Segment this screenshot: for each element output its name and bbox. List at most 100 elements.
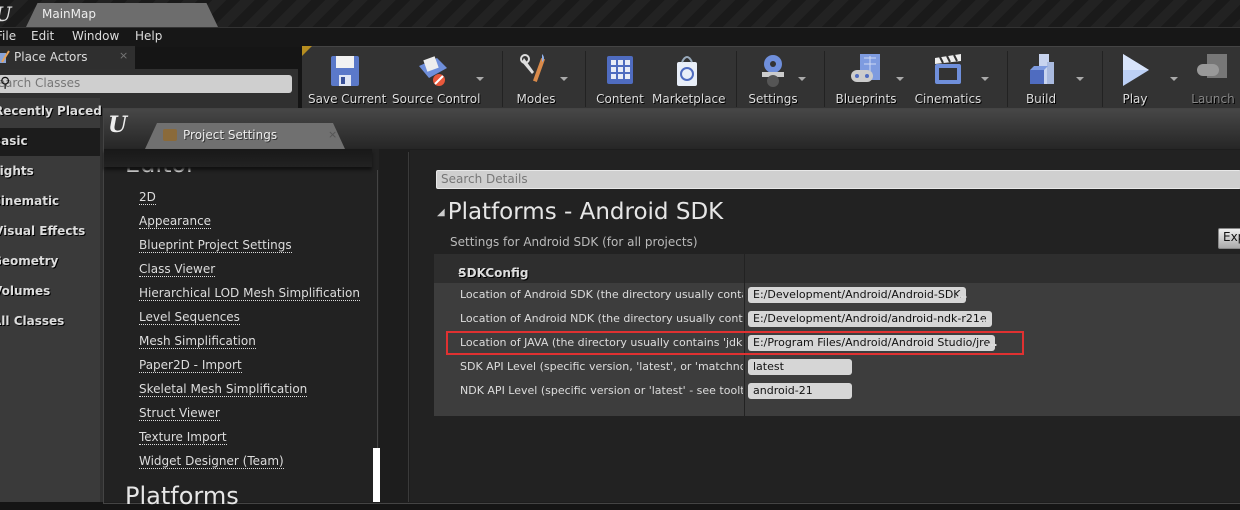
menu-edit[interactable]: Edit [31, 29, 54, 43]
nav-top-shadow [104, 149, 372, 167]
modes-label: Modes [516, 92, 556, 106]
project-settings-tab-label: Project Settings [183, 128, 278, 142]
export-button-label: Export [1223, 230, 1240, 244]
property-value-android-ndk[interactable]: E:/Development/Android/android-ndk-r21e [748, 311, 992, 327]
place-actors-tab[interactable]: Place Actors × [0, 46, 135, 69]
category-volumes[interactable]: Volumes [0, 284, 50, 298]
nav-link-level-sequences[interactable]: Level Sequences [139, 310, 240, 325]
place-actors-icon [0, 50, 10, 63]
category-basic[interactable]: Basic [0, 134, 28, 148]
settings-label: Settings [748, 92, 798, 106]
category-header-label: SDKConfig [458, 266, 529, 280]
source-control-dropdown[interactable] [476, 77, 484, 81]
menu-bar: File Edit Window Help [0, 27, 1240, 47]
play-button[interactable]: Play [1108, 47, 1162, 111]
source-control-icon [419, 56, 447, 86]
blueprints-dropdown[interactable] [896, 77, 904, 81]
property-value-ndk-api-level[interactable]: android-21 [748, 383, 852, 399]
category-recently-placed[interactable]: Recently Placed [0, 104, 102, 118]
blueprints-button[interactable]: Blueprints [832, 47, 900, 111]
marketplace-icon [677, 56, 697, 86]
level-tab[interactable]: MainMap [26, 3, 218, 27]
menu-window[interactable]: Window [72, 29, 119, 43]
settings-button[interactable]: Settings [744, 47, 802, 111]
blueprints-icon [851, 54, 880, 82]
category-cinematic[interactable]: Cinematic [0, 194, 59, 208]
build-button[interactable]: Build [1014, 47, 1068, 111]
category-header-sdkconfig[interactable]: ◢ SDKConfig [434, 254, 1240, 283]
nav-link-struct-viewer[interactable]: Struct Viewer [139, 406, 220, 421]
nav-link-class-viewer[interactable]: Class Viewer [139, 262, 216, 277]
nav-link-widget-designer-team[interactable]: Widget Designer (Team) [139, 454, 284, 469]
export-button[interactable]: Export [1218, 228, 1240, 249]
close-icon[interactable]: × [119, 49, 128, 62]
category-list [0, 98, 100, 502]
nav-link-paper2d-import[interactable]: Paper2D - Import [139, 358, 242, 373]
build-label: Build [1025, 92, 1057, 106]
property-name-android-sdk: Location of Android SDK (the directory u… [460, 288, 743, 301]
content-label: Content [596, 92, 644, 106]
play-dropdown[interactable] [1170, 77, 1178, 81]
save-current-label: Save Current [308, 92, 387, 106]
cinematics-dropdown[interactable] [981, 77, 989, 81]
main-toolbar: Save Current Source Control Modes Conten… [302, 46, 1240, 111]
marketplace-button[interactable]: Marketplace [652, 47, 726, 111]
save-current-button[interactable]: Save Current [308, 47, 387, 111]
close-icon[interactable]: × [328, 128, 337, 141]
menu-help[interactable]: Help [135, 29, 162, 43]
category-geometry[interactable]: Geometry [0, 254, 58, 268]
nav-link-2d[interactable]: 2D [139, 190, 156, 205]
toolbar-separator [585, 51, 586, 107]
property-name-android-ndk: Location of Android NDK (the directory u… [460, 312, 743, 325]
category-lights[interactable]: Lights [0, 164, 34, 178]
toolbar-separator [824, 51, 825, 107]
search-classes-input[interactable]: Search Classes ⚲ [0, 75, 292, 93]
pane-splitter[interactable] [408, 152, 409, 502]
nav-link-appearance[interactable]: Appearance [139, 214, 212, 229]
search-details-placeholder: Search Details [441, 172, 528, 186]
nav-link-hierarchical-lod-mesh-simplification[interactable]: Hierarchical LOD Mesh Simplification [139, 286, 360, 301]
nav-link-mesh-simplification[interactable]: Mesh Simplification [139, 334, 256, 349]
browse-button[interactable]: ... [979, 312, 990, 325]
play-icon [1123, 54, 1149, 86]
cinematics-button[interactable]: Cinematics [914, 47, 982, 111]
category-all-classes[interactable]: All Classes [0, 314, 64, 328]
property-value-sdk-api-level[interactable]: latest [748, 359, 852, 375]
marketplace-label: Marketplace [652, 92, 726, 106]
collapse-arrow-icon[interactable]: ◢ [437, 207, 445, 218]
launch-button[interactable]: Launch [1186, 47, 1240, 111]
source-control-button[interactable]: Source Control [392, 47, 480, 111]
nav-link-skeletal-mesh-simplification[interactable]: Skeletal Mesh Simplification [139, 382, 308, 397]
project-settings-folder-gear-icon [163, 129, 177, 141]
play-label: Play [1122, 92, 1148, 106]
blueprints-label: Blueprints [835, 92, 897, 106]
launch-label: Launch [1191, 92, 1235, 106]
launch-icon [1197, 54, 1227, 78]
nav-section-platforms: Platforms [125, 482, 239, 510]
modes-button[interactable]: Modes [508, 47, 564, 111]
browse-button[interactable]: ... [957, 288, 968, 301]
unreal-logo-icon: U [0, 2, 11, 26]
search-icon[interactable]: ⚲ [0, 75, 289, 91]
content-icon [607, 56, 633, 84]
settings-dropdown[interactable] [798, 77, 806, 81]
category-visual-effects[interactable]: Visual Effects [0, 224, 85, 238]
toolbar-separator [1007, 51, 1008, 107]
toolbar-corner-marker [302, 46, 312, 56]
settings-section-title[interactable]: ◢ Platforms - Android SDK [437, 199, 723, 225]
toolbar-separator [502, 51, 503, 107]
property-name-ndk-api-level: NDK API Level (specific version or 'late… [460, 384, 743, 397]
settings-icon [762, 55, 784, 87]
search-details-input[interactable]: Search Details [436, 170, 1240, 189]
settings-section-title-text: Platforms - Android SDK [447, 199, 724, 225]
menu-file[interactable]: File [0, 29, 16, 43]
property-value-android-sdk[interactable]: E:/Development/Android/Android-SDK [748, 287, 966, 303]
nav-link-texture-import[interactable]: Texture Import [139, 430, 227, 445]
modes-dropdown[interactable] [560, 77, 568, 81]
nav-link-blueprint-project-settings[interactable]: Blueprint Project Settings [139, 238, 292, 253]
content-button[interactable]: Content [592, 47, 648, 111]
toolbar-separator [1102, 51, 1103, 107]
build-dropdown[interactable] [1076, 77, 1084, 81]
level-tab-label: MainMap [42, 7, 96, 21]
nav-scrollbar[interactable] [373, 448, 380, 502]
